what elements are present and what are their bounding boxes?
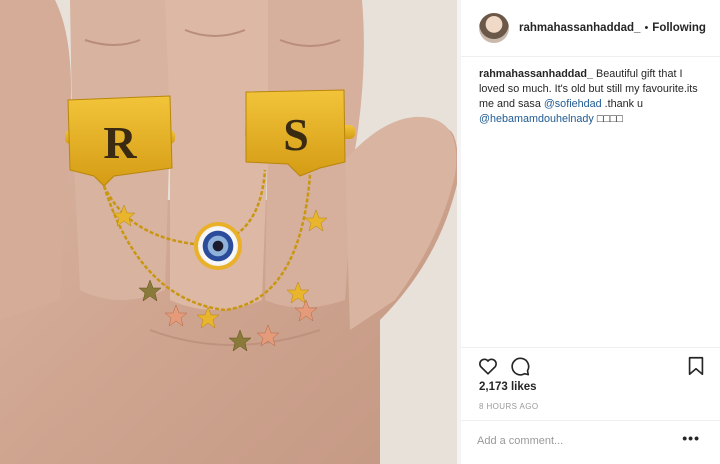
header-username[interactable]: rahmahassanhaddad_ xyxy=(519,22,640,34)
following-button[interactable]: Following xyxy=(652,22,706,34)
more-options-icon[interactable]: ••• xyxy=(682,430,700,446)
header-divider xyxy=(461,56,720,57)
post-caption: rahmahassanhaddad_ Beautiful gift that I… xyxy=(479,67,707,127)
ring-letter-s: S xyxy=(283,109,309,160)
avatar[interactable] xyxy=(479,13,509,43)
bookmark-icon[interactable] xyxy=(685,355,707,377)
add-comment-input[interactable] xyxy=(477,431,667,451)
post-header: rahmahassanhaddad_ • Following xyxy=(461,0,720,56)
header-separator: • xyxy=(644,22,649,34)
heart-outline-icon[interactable] xyxy=(477,355,499,377)
likes-count[interactable]: 2,173 likes xyxy=(479,381,537,393)
caption-text-2: .thank u xyxy=(604,98,644,110)
caption-username[interactable]: rahmahassanhaddad_ xyxy=(479,68,593,80)
post-side-panel: rahmahassanhaddad_ • Following rahmahass… xyxy=(461,0,720,464)
ring-letter-r: R xyxy=(103,117,137,168)
comment-box: ••• xyxy=(461,420,720,464)
actions-divider xyxy=(461,347,720,348)
comment-bubble-icon[interactable] xyxy=(509,355,531,377)
action-bar xyxy=(477,355,707,377)
post-photo[interactable]: R S xyxy=(0,0,461,464)
caption-emoji: □□□□ xyxy=(596,113,623,125)
mention-link-sofiehdad[interactable]: @sofiehdad xyxy=(544,98,602,110)
hand-with-ring-image: R S xyxy=(0,0,461,464)
mention-link-hebamamdouhelnady[interactable]: @hebamamdouhelnady xyxy=(479,113,594,125)
post-timestamp[interactable]: 8 HOURS AGO xyxy=(479,402,539,411)
